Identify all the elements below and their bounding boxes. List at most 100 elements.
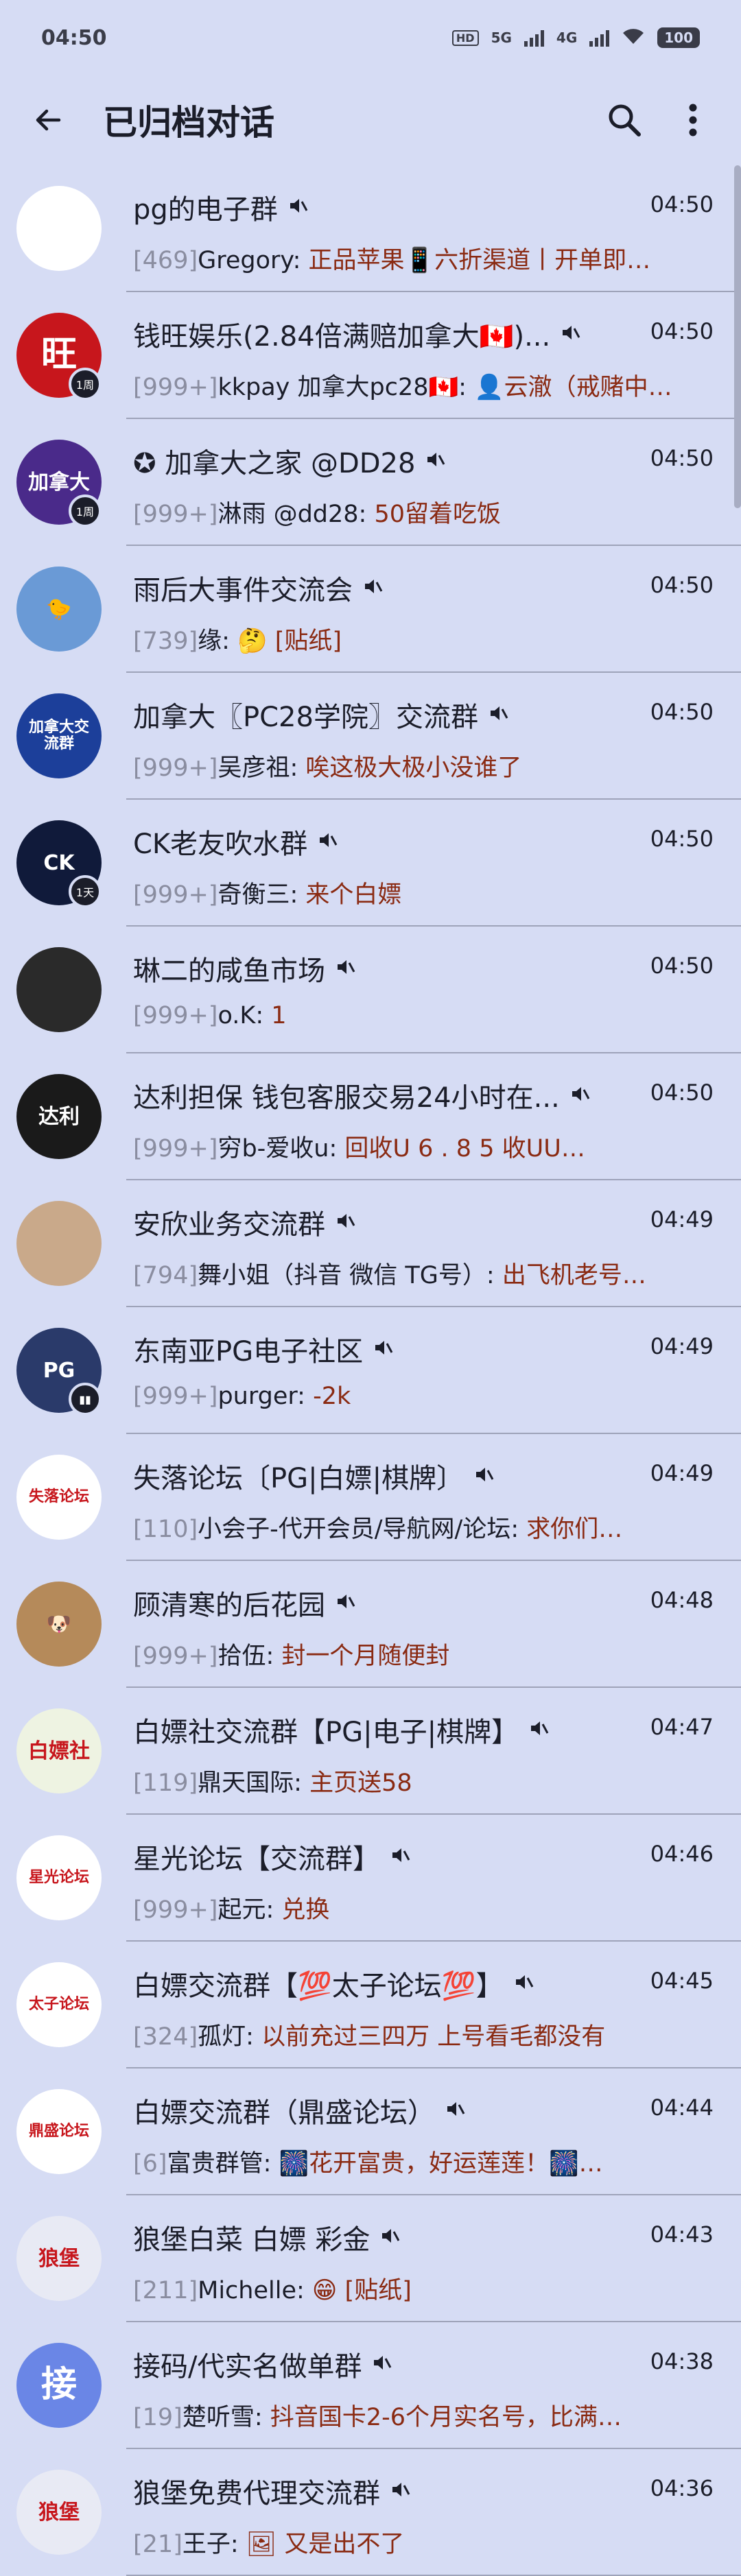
avatar-badge: 1周 <box>69 494 102 527</box>
avatar-text: 狼堡 <box>38 2246 80 2271</box>
avatar-text: 鼎盛论坛 <box>28 2122 89 2140</box>
avatar-badge: 1天 <box>69 875 102 908</box>
sender: purger: <box>217 1383 305 1410</box>
chat-preview: [794]舞小姐（抖音 微信 TG号）: 出飞机老号… <box>133 1256 703 1291</box>
chat-time: 04:50 <box>650 318 714 344</box>
avatar-text: CK <box>43 850 75 875</box>
chat-time: 04:49 <box>650 1206 714 1232</box>
avatar-text: 失落论坛 <box>28 1488 89 1505</box>
avatar: 白嫖社 <box>16 1708 102 1793</box>
chat-time: 04:50 <box>650 826 714 852</box>
chat-row[interactable]: 失落论坛 失落论坛〔PG|白嫖|棋牌〕 04:49 [110]小会子-代开会员/导航网… <box>0 1434 741 1561</box>
chat-preview: [999+]穷b-爱收u: 回收U 6 . 8 5 收UU… <box>133 1129 703 1164</box>
chat-name: 琳二的咸鱼市场 <box>133 949 600 988</box>
message-text: 🖼 又是出不了 <box>246 2531 405 2558</box>
avatar-text: 白嫖社 <box>28 1739 90 1763</box>
more-button[interactable] <box>666 93 720 147</box>
chat-time: 04:50 <box>650 572 714 598</box>
network-4g-label: 4G <box>556 29 578 46</box>
chat-name: 白嫖交流群（鼎盛论坛） <box>133 2090 600 2130</box>
chat-preview: [19]楚听雪: 抖音国卡2-6个月实名号，比满… <box>133 2398 703 2433</box>
message-text: 抖音国卡2-6个月实名号，比满… <box>270 2404 622 2431</box>
mute-icon <box>513 1968 534 1999</box>
status-icons: HD 5G 4G 100 <box>451 27 700 49</box>
message-text: 😁 [贴纸] <box>311 2277 412 2304</box>
chat-name: 东南亚PG电子社区 <box>133 1329 600 1369</box>
arrow-back-icon <box>36 109 61 131</box>
avatar: 鼎盛论坛 <box>16 2089 102 2174</box>
avatar-text: 接 <box>40 2364 77 2406</box>
message-text: 正品苹果📱六折渠道丨开单即… <box>308 247 651 274</box>
avatar-text: 狼堡 <box>38 2500 80 2525</box>
unread-count: [999+] <box>133 754 218 782</box>
avatar-text: 太子论坛 <box>28 1995 89 2013</box>
chat-name: 加拿大〖PC28学院〗交流群 <box>133 695 600 735</box>
chat-row[interactable]: 旺 1周 钱旺娱乐(2.84倍满赔加拿大🇨🇦)... 04:50 [999+]kkpay… <box>0 292 741 419</box>
chat-row[interactable]: 琳二的咸鱼市场 04:50 [999+]o.K: 1 <box>0 927 741 1053</box>
chat-row[interactable]: 安欣业务交流群 04:49 [794]舞小姐（抖音 微信 TG号）: 出飞机老号… <box>0 1180 741 1307</box>
chat-name: 安欣业务交流群 <box>133 1202 600 1242</box>
chat-row[interactable]: 加拿大交流群 加拿大〖PC28学院〗交流群 04:50 [999+]吴彦祖: 唉这极大… <box>0 673 741 800</box>
chat-row[interactable]: 🐶 顾清寒的后花园 04:48 [999+]拾伍: 封一个月随便封 <box>0 1561 741 1688</box>
unread-count: [19] <box>133 2404 183 2431</box>
mute-icon <box>362 572 383 604</box>
avatar-text: 旺 <box>40 334 77 376</box>
avatar-badge: 1周 <box>69 368 102 401</box>
mute-icon <box>371 2348 392 2380</box>
chat-row[interactable]: 鼎盛论坛 白嫖交流群（鼎盛论坛） 04:44 [6]富贵群管: 🎆花开富贵，好运莲莲！… <box>0 2068 741 2195</box>
sender: 富贵群管: <box>167 2150 272 2178</box>
mute-icon <box>317 826 338 857</box>
scrollbar[interactable] <box>734 165 741 508</box>
chat-row[interactable]: 达利 达利担保 钱包客服交易24小时在... 04:50 [999+]穷b-爱收u: … <box>0 1053 741 1180</box>
chat-preview: [739]缘: 🤔 [贴纸] <box>133 621 703 656</box>
chat-row[interactable]: 🐤 雨后大事件交流会 04:50 [739]缘: 🤔 [贴纸] <box>0 546 741 673</box>
chat-preview: [999+]淋雨 @dd28: 50留着吃饭 <box>133 494 703 529</box>
chat-time: 04:48 <box>650 1587 714 1613</box>
chat-row[interactable]: 白嫖社 白嫖社交流群【PG|电子|棋牌】 04:47 [119]鼎天国际: 主页送58 <box>0 1688 741 1815</box>
avatar-text: 达利 <box>38 1104 80 1129</box>
chat-preview: [999+]拾伍: 封一个月随便封 <box>133 1636 703 1671</box>
chat-preview: [999+]kkpay 加拿大pc28🇨🇦: 👤云澈（戒赌中… <box>133 368 703 403</box>
chat-name: 白嫖交流群【💯太子论坛💯】 <box>133 1964 600 2003</box>
message-text: -2k <box>313 1383 351 1410</box>
network-5g-label: 5G <box>491 29 512 46</box>
chat-row[interactable]: PG ▮▮ 东南亚PG电子社区 04:49 [999+]purger: -2k <box>0 1307 741 1434</box>
chat-time: 04:36 <box>650 2475 714 2501</box>
sender: 穷b-爱收u: <box>217 1135 338 1162</box>
sender: o.K: <box>217 1002 264 1029</box>
chat-name: 失落论坛〔PG|白嫖|棋牌〕 <box>133 1456 600 1496</box>
chat-time: 04:50 <box>650 445 714 471</box>
avatar-text: 加拿大交流群 <box>28 718 89 752</box>
chat-name: 狼堡白菜 白嫖 彩金 <box>133 2217 600 2257</box>
sender: 楚听雪: <box>182 2404 263 2431</box>
chat-time: 04:50 <box>650 953 714 979</box>
chat-row[interactable]: 太子论坛 白嫖交流群【💯太子论坛💯】 04:45 [324]孤灯: 以前充过三四万 上… <box>0 1942 741 2068</box>
chat-preview: [999+]吴彦祖: 唉这极大极小没谁了 <box>133 748 703 783</box>
sender: 淋雨 @dd28: <box>217 501 367 528</box>
message-text: 👤云澈（戒赌中… <box>474 374 672 401</box>
mute-icon <box>425 445 445 477</box>
mute-icon <box>335 1206 355 1238</box>
chat-row[interactable]: 狼堡 狼堡免费代理交流群 04:36 [21]王子: 🖼 又是出不了 <box>0 2449 741 2576</box>
message-text: 🎆花开富贵，好运莲莲！🎆… <box>279 2150 603 2178</box>
back-button[interactable] <box>21 93 75 147</box>
sender: 吴彦祖: <box>217 754 298 782</box>
chat-time: 04:43 <box>650 2221 714 2247</box>
chat-name: 钱旺娱乐(2.84倍满赔加拿大🇨🇦)... <box>133 314 600 354</box>
chat-time: 04:44 <box>650 2095 714 2121</box>
message-text: 🤔 [贴纸] <box>237 628 342 655</box>
page-title: 已归档对话 <box>103 103 274 143</box>
message-text: 求你们… <box>526 1516 623 1543</box>
avatar <box>16 947 102 1032</box>
app-bar: 已归档对话 <box>0 75 741 165</box>
chat-row[interactable]: pg的电子群 04:50 [469]Gregory: 正品苹果📱六折渠道丨开单即… <box>0 165 741 292</box>
chat-row[interactable]: 星光论坛 星光论坛【交流群】 04:46 [999+]起元: 兑换 <box>0 1815 741 1942</box>
mute-icon <box>528 1714 549 1745</box>
chat-row[interactable]: 接 接码/代实名做单群 04:38 [19]楚听雪: 抖音国卡2-6个月实名号，比满… <box>0 2322 741 2449</box>
search-button[interactable] <box>597 93 652 147</box>
message-text: 封一个月随便封 <box>281 1643 450 1670</box>
chat-row[interactable]: 加拿大 1周 ✪ 加拿大之家 @DD28 04:50 [999+]淋雨 @dd28: 5… <box>0 419 741 546</box>
chat-row[interactable]: 狼堡 狼堡白菜 白嫖 彩金 04:43 [211]Michelle: 😁 [贴纸] <box>0 2195 741 2322</box>
sender: 小会子-代开会员/导航网/论坛: <box>198 1516 519 1543</box>
chat-row[interactable]: CK 1天 CK老友吹水群 04:50 [999+]奇衡三: 来个白嫖 <box>0 800 741 927</box>
